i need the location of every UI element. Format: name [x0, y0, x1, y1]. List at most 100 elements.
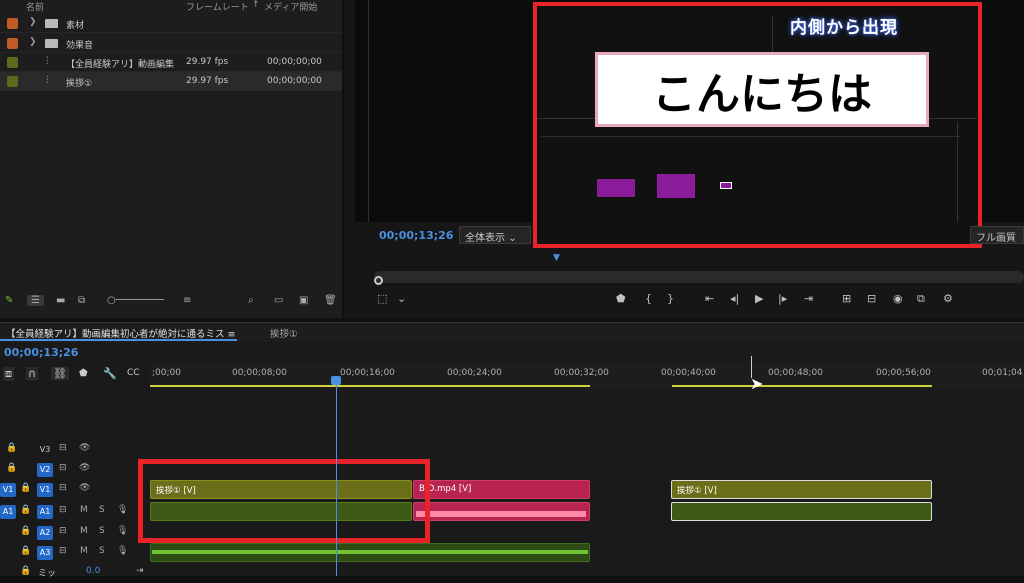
marker-icon[interactable]: ⬟ — [616, 292, 626, 305]
microphone-icon[interactable]: 🎙 — [117, 505, 128, 515]
lock-icon[interactable]: 🔒 — [20, 526, 31, 536]
icon-view-icon[interactable]: ▬ — [56, 295, 65, 306]
extract-icon[interactable]: ⊟ — [867, 292, 876, 305]
new-bin-icon[interactable]: ▭ — [274, 295, 283, 306]
mute-button[interactable]: M — [80, 546, 88, 556]
safe-margins-icon[interactable]: ⬚ — [377, 292, 387, 305]
track-target-a1[interactable]: A1 — [37, 505, 53, 519]
add-marker-icon[interactable]: ⬟ — [79, 368, 88, 379]
name-column-header[interactable]: 名前 — [26, 0, 44, 13]
media-start-column-header[interactable]: メディア開始 — [264, 0, 317, 13]
timeline-timecode[interactable]: 00;00;13;26 — [4, 346, 78, 359]
step-forward-icon[interactable]: |▸ — [778, 292, 787, 305]
monitor-timecode[interactable]: 00;00;13;26 — [379, 229, 453, 242]
lock-icon[interactable]: 🔒 — [6, 463, 17, 473]
step-back-icon[interactable]: ◂| — [730, 292, 739, 305]
monitor-playhead-icon[interactable]: ▼ — [553, 253, 560, 263]
settings-icon[interactable]: ⚙ — [943, 292, 953, 305]
lift-icon[interactable]: ⊞ — [842, 292, 851, 305]
mark-out-icon[interactable]: } — [667, 292, 674, 305]
eye-icon[interactable]: 👁 — [79, 483, 90, 493]
microphone-icon[interactable]: 🎙 — [117, 546, 128, 556]
comparison-view-icon[interactable]: ⧉ — [917, 292, 925, 306]
track-target-a3[interactable]: A3 — [37, 546, 53, 560]
linked-selection-icon[interactable]: ⛓ — [51, 367, 69, 380]
export-frame-icon[interactable]: ◉ — [893, 292, 903, 305]
item-name: 挨拶① — [66, 79, 93, 89]
inset-title: 内側から出現 — [790, 18, 898, 38]
eye-icon[interactable]: 👁 — [79, 443, 90, 453]
lock-icon[interactable]: 🔒 — [20, 483, 31, 493]
go-to-out-icon[interactable]: ⇥ — [804, 292, 813, 305]
sync-lock-icon[interactable]: ⊟ — [59, 526, 67, 536]
sort-arrow-icon[interactable]: ↑ — [252, 0, 260, 10]
captions-icon[interactable]: CC — [127, 368, 140, 378]
ruler-label: 00;00;16;00 — [340, 368, 395, 378]
clip-label: 挨拶① [V] — [677, 486, 717, 496]
sync-lock-icon[interactable]: ⊟ — [59, 546, 67, 556]
work-area-bar[interactable] — [672, 385, 932, 387]
zoom-slider-icon[interactable]: ○──────── — [107, 295, 164, 306]
project-item-sequence-main[interactable]: ⫶ 【全員経験アリ】動画編集 29.97 fps 00;00;00;00 — [0, 53, 342, 72]
solo-button[interactable]: S — [99, 505, 105, 515]
track-target-v3[interactable]: V3 — [37, 443, 53, 457]
chevron-down-icon[interactable]: ⌄ — [397, 292, 406, 305]
solo-button[interactable]: S — [99, 526, 105, 536]
mark-in-icon[interactable]: { — [645, 292, 652, 305]
playhead-handle[interactable] — [331, 376, 341, 385]
new-item-icon[interactable]: ▣ — [299, 295, 308, 306]
mix-volume[interactable]: 0.0 — [86, 566, 100, 576]
microphone-icon[interactable]: 🎙 — [117, 526, 128, 536]
mix-end-icon[interactable]: ⇥ — [136, 566, 144, 576]
snap-icon[interactable]: ∩ — [26, 367, 39, 380]
clip-v1-bd[interactable]: B-D.mp4 [V] — [413, 480, 590, 499]
tab-main-sequence[interactable]: 【全員経験アリ】動画編集初心者が絶対に通るミス ≡ — [6, 326, 235, 340]
source-patch-v1[interactable]: V1 — [0, 483, 16, 497]
mix-label: ミッ — [38, 569, 57, 579]
trash-icon[interactable]: 🗑 — [324, 295, 337, 306]
nest-icon[interactable]: ⧈ — [3, 367, 14, 381]
framerate-column-header[interactable]: フレームレート — [186, 0, 249, 13]
list-view-icon[interactable]: ☰ — [27, 295, 44, 306]
project-item-materials[interactable]: ❯ 素材 — [0, 14, 342, 33]
lock-icon[interactable]: 🔒 — [6, 443, 17, 453]
ruler-label: 00;01;04 — [982, 368, 1023, 378]
timeline-playhead[interactable] — [336, 377, 337, 576]
clip-v1-greeting-2[interactable]: 挨拶① [V] — [671, 480, 932, 499]
wrench-icon[interactable]: 🔧 — [103, 367, 117, 380]
clip-a1-greeting-audio-2[interactable] — [671, 502, 932, 521]
track-target-a2[interactable]: A2 — [37, 526, 53, 540]
go-to-in-icon[interactable]: ⇤ — [705, 292, 714, 305]
eye-icon[interactable]: 👁 — [79, 463, 90, 473]
sync-lock-icon[interactable]: ⊟ — [59, 463, 67, 473]
mute-button[interactable]: M — [80, 526, 88, 536]
solo-button[interactable]: S — [99, 546, 105, 556]
lock-icon[interactable]: 🔒 — [20, 546, 31, 556]
project-item-sound-effects[interactable]: ❯ 効果音 — [0, 34, 342, 53]
find-icon[interactable]: ⌕ — [248, 295, 254, 306]
sync-lock-icon[interactable]: ⊟ — [59, 443, 67, 453]
sync-lock-icon[interactable]: ⊟ — [59, 505, 67, 515]
project-item-sequence-greeting[interactable]: ⫶ 挨拶① 29.97 fps 00;00;00;00 — [0, 72, 342, 91]
chevron-right-icon[interactable]: ❯ — [29, 37, 37, 47]
tab-greeting-sequence[interactable]: 挨拶① — [270, 326, 298, 340]
sync-lock-icon[interactable]: ⊟ — [59, 483, 67, 493]
pencil-icon[interactable]: ✎ — [5, 295, 13, 306]
track-target-v1[interactable]: V1 — [37, 483, 53, 497]
sort-icon[interactable]: ≡ — [183, 295, 191, 306]
scrubber-handle[interactable] — [374, 276, 383, 285]
chevron-right-icon[interactable]: ❯ — [29, 17, 37, 27]
track-target-v2[interactable]: V2 — [37, 463, 53, 477]
play-icon[interactable]: ▶ — [755, 292, 763, 305]
lock-icon[interactable]: 🔒 — [20, 566, 31, 576]
lock-icon[interactable]: 🔒 — [20, 505, 31, 515]
mute-button[interactable]: M — [80, 505, 88, 515]
track-header-a2: 🔒 A2 ⊟ M S 🎙 — [0, 523, 150, 543]
source-patch-a1[interactable]: A1 — [0, 505, 16, 519]
label-color-swatch — [7, 38, 18, 49]
quality-select[interactable]: フル画質 — [970, 226, 1024, 244]
fit-select[interactable]: 全体表示 ⌄ — [459, 226, 531, 244]
monitor-scrubber[interactable] — [374, 271, 1024, 283]
freeform-view-icon[interactable]: ⧉ — [78, 295, 85, 306]
work-area-bar[interactable] — [150, 385, 590, 387]
